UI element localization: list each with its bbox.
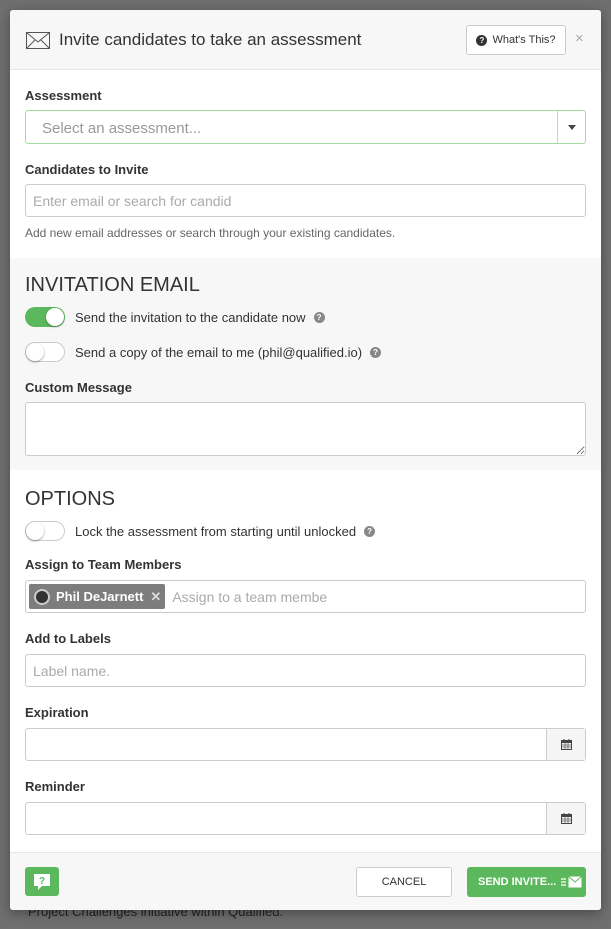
team-members-input[interactable]: Phil DeJarnett ✕ <box>25 580 586 613</box>
reminder-label: Reminder <box>25 779 85 794</box>
whats-this-label: What's This? <box>492 34 556 46</box>
remove-tag-icon[interactable]: ✕ <box>150 589 161 605</box>
invite-modal: Invite candidates to take an assessment … <box>10 10 601 910</box>
svg-text:?: ? <box>39 876 45 887</box>
custom-message-textarea[interactable] <box>25 402 586 456</box>
options-heading: OPTIONS <box>25 488 116 510</box>
reminder-field[interactable] <box>25 802 586 835</box>
options-section: OPTIONS Lock the assessment from startin… <box>10 470 601 852</box>
send-invite-label: SEND INVITE... <box>478 876 557 888</box>
labels-label: Add to Labels <box>25 631 111 646</box>
cancel-button[interactable]: CANCEL <box>356 867 452 897</box>
send-envelope-icon <box>561 876 583 888</box>
lock-label: Lock the assessment from starting until … <box>75 523 357 539</box>
close-icon[interactable]: × <box>575 30 584 47</box>
send-now-toggle[interactable] <box>25 307 65 327</box>
assessment-placeholder: Select an assessment... <box>42 120 202 137</box>
candidates-input[interactable] <box>25 184 586 217</box>
send-copy-label: Send a copy of the email to me (phil@qua… <box>75 344 363 360</box>
send-copy-toggle[interactable] <box>25 342 65 362</box>
candidates-help: Add new email addresses or search throug… <box>25 226 396 240</box>
team-search-input[interactable] <box>172 588 343 605</box>
send-copy-row: Send a copy of the email to me (phil@qua… <box>25 342 382 362</box>
question-circle-icon[interactable]: ? <box>370 346 382 358</box>
whats-this-button[interactable]: ? What's This? <box>466 25 566 55</box>
avatar <box>34 588 50 605</box>
send-invite-button[interactable]: SEND INVITE... <box>467 867 586 897</box>
labels-input[interactable] <box>25 654 586 687</box>
send-now-row: Send the invitation to the candidate now… <box>25 307 325 327</box>
team-member-name: Phil DeJarnett <box>56 589 144 604</box>
modal-header: Invite candidates to take an assessment … <box>10 10 601 70</box>
send-now-label: Send the invitation to the candidate now <box>75 309 306 325</box>
lock-toggle[interactable] <box>25 521 65 541</box>
caret-down-icon <box>568 125 576 130</box>
assessment-label: Assessment <box>25 88 102 103</box>
team-label: Assign to Team Members <box>25 557 182 572</box>
calendar-icon[interactable] <box>546 803 585 834</box>
invitation-section: INVITATION EMAIL Send the invitation to … <box>10 258 601 470</box>
reminder-input[interactable] <box>26 803 546 834</box>
expiration-field[interactable] <box>25 728 586 761</box>
calendar-icon[interactable] <box>546 729 585 760</box>
expiration-input[interactable] <box>26 729 546 760</box>
modal-footer: ? CANCEL SEND INVITE... <box>10 852 601 910</box>
help-chat-icon[interactable]: ? <box>25 867 59 896</box>
candidates-label: Candidates to Invite <box>25 162 149 177</box>
assessment-select[interactable]: Select an assessment... <box>25 110 586 144</box>
question-circle-icon[interactable]: ? <box>313 311 325 323</box>
question-circle-icon[interactable]: ? <box>364 525 376 537</box>
modal-title: Invite candidates to take an assessment <box>59 30 362 49</box>
invitation-heading: INVITATION EMAIL <box>25 274 200 296</box>
envelope-icon <box>26 32 50 54</box>
question-circle-icon: ? <box>476 34 488 46</box>
expiration-label: Expiration <box>25 705 89 720</box>
assessment-dropdown-toggle[interactable] <box>557 111 585 143</box>
custom-message-label: Custom Message <box>25 380 132 395</box>
team-member-tag: Phil DeJarnett ✕ <box>29 584 166 609</box>
lock-row: Lock the assessment from starting until … <box>25 521 376 541</box>
assessment-section: Assessment Select an assessment... Candi… <box>10 70 601 258</box>
